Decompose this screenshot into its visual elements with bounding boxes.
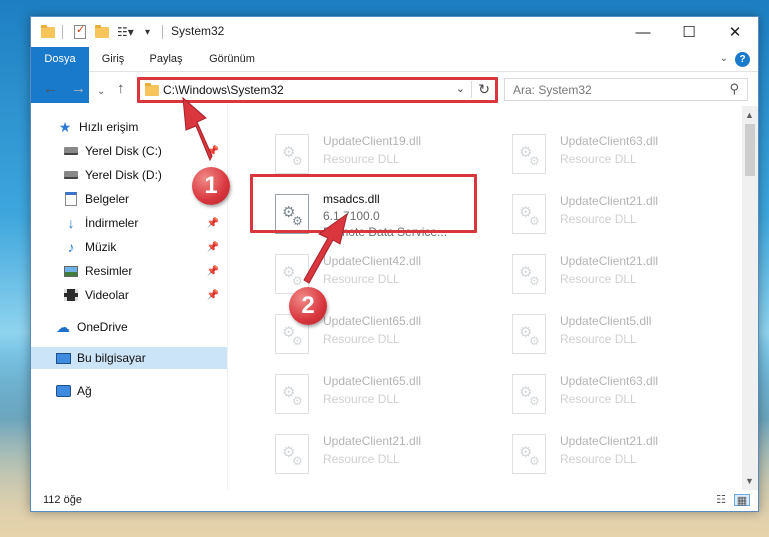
arrow-to-address-bar [182,96,213,162]
arrow-to-file [303,212,348,284]
step-badge-1: 1 [192,167,230,205]
annotation-arrows [182,96,348,284]
step-badge-2: 2 [289,287,327,325]
